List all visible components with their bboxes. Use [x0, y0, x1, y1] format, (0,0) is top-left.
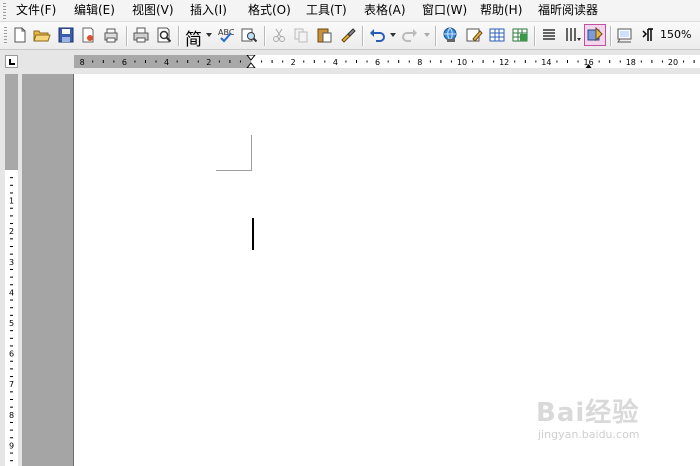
ruler-label: 10	[457, 58, 467, 67]
ruler-label: 4	[9, 288, 14, 297]
toolbar-separator	[534, 26, 536, 46]
permission-icon[interactable]	[79, 26, 97, 44]
research-icon[interactable]	[240, 26, 258, 44]
menu-format[interactable]: 格式(O)	[248, 3, 291, 18]
ruler-label: 6	[122, 58, 127, 67]
ruler-label: 14	[541, 58, 551, 67]
horizontal-ruler-area: 8 6 4 2 2 4 6 8 10 12 14 16 18 20	[0, 50, 700, 75]
text-cursor	[252, 218, 254, 250]
new-document-icon[interactable]	[11, 26, 29, 44]
chevron-down-icon[interactable]	[424, 33, 430, 37]
insert-excel-icon[interactable]	[511, 26, 529, 44]
ruler-label: 6	[375, 58, 380, 67]
toolbar-separator	[610, 26, 612, 46]
print-icon[interactable]	[132, 26, 150, 44]
redo-icon[interactable]	[401, 26, 419, 44]
toolbar-separator	[126, 26, 128, 46]
menu-insert[interactable]: 插入(I)	[190, 3, 227, 18]
paste-icon[interactable]	[315, 26, 333, 44]
ruler-label: 12	[499, 58, 509, 67]
toolbar-separator	[264, 26, 266, 46]
ruler-label: 8	[417, 58, 422, 67]
ruler-label: 9	[9, 441, 14, 450]
hyperlink-icon[interactable]	[441, 26, 459, 44]
ruler-label: 20	[668, 58, 678, 67]
top-margin-shade	[5, 74, 18, 170]
save-icon[interactable]	[57, 26, 75, 44]
menu-tools[interactable]: 工具(T)	[306, 3, 347, 18]
chevron-down-icon[interactable]	[390, 33, 396, 37]
ruler-label: 8	[80, 58, 85, 67]
watermark-brand: Bai经验	[536, 398, 640, 428]
standard-toolbar: 简 ABC 150%	[0, 22, 700, 50]
menu-bar: 文件(F) 编辑(E) 视图(V) 插入(I) 格式(O) 工具(T) 表格(A…	[0, 0, 700, 22]
horizontal-ruler[interactable]: 8 6 4 2 2 4 6 8 10 12 14 16 18 20	[74, 55, 700, 68]
ruler-label: 1	[9, 197, 14, 206]
insert-table-icon[interactable]	[488, 26, 506, 44]
menu-table[interactable]: 表格(A)	[364, 3, 406, 18]
chinese-conversion-button[interactable]: 简	[185, 25, 202, 50]
menu-foxit-reader[interactable]: 福昕阅读器	[538, 3, 598, 18]
toolbar-separator	[362, 26, 364, 46]
margin-corner-mark	[251, 135, 252, 171]
active-tool-button[interactable]	[584, 24, 606, 46]
web-preview-icon[interactable]	[102, 26, 120, 44]
drawing-icon[interactable]	[465, 26, 483, 44]
ruler-label: 2	[9, 227, 14, 236]
vertical-ruler-area: 321123456789	[0, 74, 22, 466]
zoom-combo[interactable]: 150%	[660, 28, 691, 41]
cut-icon[interactable]	[270, 26, 288, 44]
watermark: Bai经验 jingyan.baidu.com	[536, 392, 676, 452]
menu-file[interactable]: 文件(F)	[16, 3, 56, 18]
menu-view[interactable]: 视图(V)	[132, 3, 174, 18]
menu-help[interactable]: 帮助(H)	[480, 3, 522, 18]
format-painter-icon[interactable]	[339, 26, 357, 44]
reading-layout-icon[interactable]	[616, 26, 634, 44]
vertical-ruler[interactable]: 321123456789	[5, 74, 18, 466]
ruler-label: 2	[291, 58, 296, 67]
ruler-label: 4	[164, 58, 169, 67]
undo-icon[interactable]	[368, 26, 386, 44]
watermark-url: jingyan.baidu.com	[538, 428, 640, 441]
tab-selector[interactable]	[5, 55, 18, 68]
document-background	[22, 74, 74, 466]
toolbar-grip[interactable]	[4, 27, 7, 45]
ruler-label: 3	[9, 258, 14, 267]
ruler-ticks: 8 6 4 2 2 4 6 8 10 12 14 16 18 20	[80, 55, 695, 68]
toolbar-separator	[178, 26, 180, 46]
ruler-label: 6	[9, 350, 14, 359]
ruler-label: 18	[626, 58, 636, 67]
menu-window[interactable]: 窗口(W)	[422, 3, 467, 18]
margin-corner-mark	[216, 170, 252, 171]
columns-icon[interactable]	[540, 26, 558, 44]
toolbar-separator	[435, 26, 437, 46]
menu-edit[interactable]: 编辑(E)	[74, 3, 115, 18]
print-preview-icon[interactable]	[155, 26, 173, 44]
indent-marker	[246, 55, 256, 68]
paragraph-mark-icon[interactable]	[639, 26, 657, 44]
ruler-label: 8	[9, 411, 14, 420]
chevron-down-icon[interactable]	[206, 33, 212, 37]
ruler-label: 5	[9, 319, 14, 328]
open-folder-icon[interactable]	[33, 26, 51, 44]
copy-icon[interactable]	[292, 26, 310, 44]
ruler-label: 4	[333, 58, 338, 67]
ruler-label: 2	[206, 58, 211, 67]
menu-bar-grip[interactable]	[3, 3, 6, 19]
ruler-label: 7	[9, 380, 14, 389]
spelling-grammar-icon[interactable]: ABC	[217, 26, 235, 44]
text-direction-icon[interactable]	[563, 26, 581, 44]
svg-text:ABC: ABC	[218, 28, 235, 37]
